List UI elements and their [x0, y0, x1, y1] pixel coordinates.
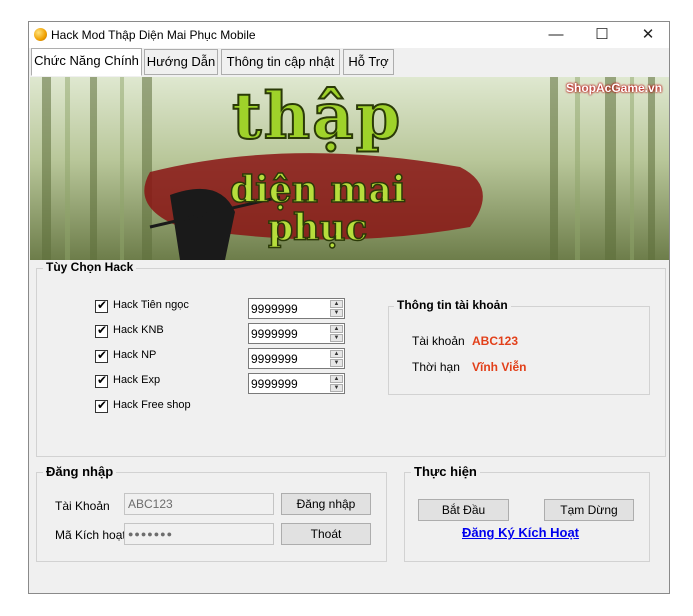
- checkbox-label: Hack NP: [113, 349, 157, 361]
- register-activation-link[interactable]: Đăng Ký Kích Hoạt: [462, 525, 579, 540]
- stepper-value[interactable]: 9999999: [251, 327, 298, 341]
- tien-ngoc-stepper[interactable]: 9999999 ▲ ▼: [248, 298, 345, 319]
- checkbox-label: Hack Exp: [113, 374, 161, 386]
- arrow-down-icon[interactable]: ▼: [330, 359, 343, 367]
- np-stepper[interactable]: 9999999 ▲ ▼: [248, 348, 345, 369]
- arrow-up-icon[interactable]: ▲: [330, 300, 343, 308]
- exp-stepper[interactable]: 9999999 ▲ ▼: [248, 373, 345, 394]
- title-bar[interactable]: Hack Mod Thập Diện Mai Phục Mobile — ☐ ✕: [29, 22, 669, 48]
- check-icon: ✔: [97, 373, 108, 387]
- hack-free-shop-checkbox[interactable]: ✔ Hack Free shop: [95, 398, 225, 415]
- stepper-value[interactable]: 9999999: [251, 352, 298, 366]
- knb-stepper[interactable]: 9999999 ▲ ▼: [248, 323, 345, 344]
- hack-exp-checkbox[interactable]: ✔ Hack Exp: [95, 373, 225, 390]
- term-value: Vĩnh Viễn: [472, 360, 527, 374]
- exit-button[interactable]: Thoát: [281, 523, 371, 545]
- check-icon: ✔: [97, 398, 108, 412]
- checkbox-box[interactable]: ✔: [95, 373, 108, 388]
- account-label: Tài khoản: [412, 334, 465, 348]
- stepper-value[interactable]: 9999999: [251, 302, 298, 316]
- account-info-group: Thông tin tài khoản Tài khoản ABC123 Thờ…: [388, 298, 650, 395]
- activation-code-value: ●●●●●●●: [128, 529, 174, 539]
- tab-guide[interactable]: Hướng Dẫn: [144, 49, 218, 75]
- checkbox-label: Hack KNB: [113, 324, 164, 336]
- tab-main-functions[interactable]: Chức Năng Chính: [31, 48, 142, 76]
- hack-np-checkbox[interactable]: ✔ Hack NP: [95, 348, 225, 365]
- login-account-value: ABC123: [128, 497, 173, 511]
- hack-options-title: Tùy Chọn Hack: [43, 260, 137, 274]
- tab-update-info[interactable]: Thông tin cập nhật: [221, 49, 340, 75]
- tab-support[interactable]: Hỗ Trợ: [343, 49, 394, 75]
- banner-title-line2: diện mai: [229, 168, 406, 212]
- start-button[interactable]: Bắt Đầu: [418, 499, 509, 521]
- arrow-up-icon[interactable]: ▲: [330, 375, 343, 383]
- execute-title: Thực hiện: [411, 464, 480, 479]
- hack-options-group: Tùy Chọn Hack ✔ Hack Tiên ngọc ✔ Hack KN…: [36, 260, 666, 457]
- login-account-field[interactable]: ABC123: [124, 493, 274, 515]
- game-banner: ShopAcGame.vn thập diện mai phục: [30, 77, 669, 260]
- login-title: Đăng nhập: [43, 464, 117, 479]
- hack-knb-checkbox[interactable]: ✔ Hack KNB: [95, 323, 225, 340]
- window-title: Hack Mod Thập Diện Mai Phục Mobile: [51, 28, 256, 42]
- arrow-up-icon[interactable]: ▲: [330, 350, 343, 358]
- login-group: Đăng nhập Tài Khoản ABC123 Đăng nhập Mã …: [36, 464, 387, 562]
- pause-button[interactable]: Tạm Dừng: [544, 499, 634, 521]
- banner-watermark: ShopAcGame.vn: [566, 81, 663, 95]
- arrow-up-icon[interactable]: ▲: [330, 325, 343, 333]
- login-button[interactable]: Đăng nhập: [281, 493, 371, 515]
- checkbox-label: Hack Free shop: [113, 399, 191, 411]
- arrow-down-icon[interactable]: ▼: [330, 384, 343, 392]
- term-label: Thời hạn: [412, 360, 460, 374]
- stepper-value[interactable]: 9999999: [251, 377, 298, 391]
- checkbox-box[interactable]: ✔: [95, 298, 108, 313]
- activation-code-field[interactable]: ●●●●●●●: [124, 523, 274, 545]
- check-icon: ✔: [97, 298, 108, 312]
- login-account-label: Tài Khoản: [55, 499, 110, 513]
- close-button[interactable]: ✕: [625, 22, 671, 48]
- account-value: ABC123: [472, 334, 519, 348]
- minimize-button[interactable]: —: [533, 22, 579, 48]
- checkbox-box[interactable]: ✔: [95, 398, 108, 413]
- banner-title-line1: thập: [231, 78, 403, 155]
- banner-title-line3: phục: [267, 206, 368, 250]
- checkbox-box[interactable]: ✔: [95, 323, 108, 338]
- checkbox-box[interactable]: ✔: [95, 348, 108, 363]
- activation-code-label: Mã Kích hoạt: [55, 528, 126, 542]
- arrow-down-icon[interactable]: ▼: [330, 309, 343, 317]
- coin-icon: [34, 28, 47, 41]
- execute-group: Thực hiện Bắt Đầu Tạm Dừng Đăng Ký Kích …: [404, 464, 650, 562]
- checkbox-label: Hack Tiên ngọc: [113, 299, 189, 311]
- hack-tien-ngoc-checkbox[interactable]: ✔ Hack Tiên ngọc: [95, 298, 225, 315]
- maximize-button[interactable]: ☐: [579, 22, 625, 48]
- check-icon: ✔: [97, 323, 108, 337]
- arrow-down-icon[interactable]: ▼: [330, 334, 343, 342]
- account-info-title: Thông tin tài khoản: [394, 298, 511, 312]
- check-icon: ✔: [97, 348, 108, 362]
- app-window: Hack Mod Thập Diện Mai Phục Mobile — ☐ ✕…: [28, 21, 670, 594]
